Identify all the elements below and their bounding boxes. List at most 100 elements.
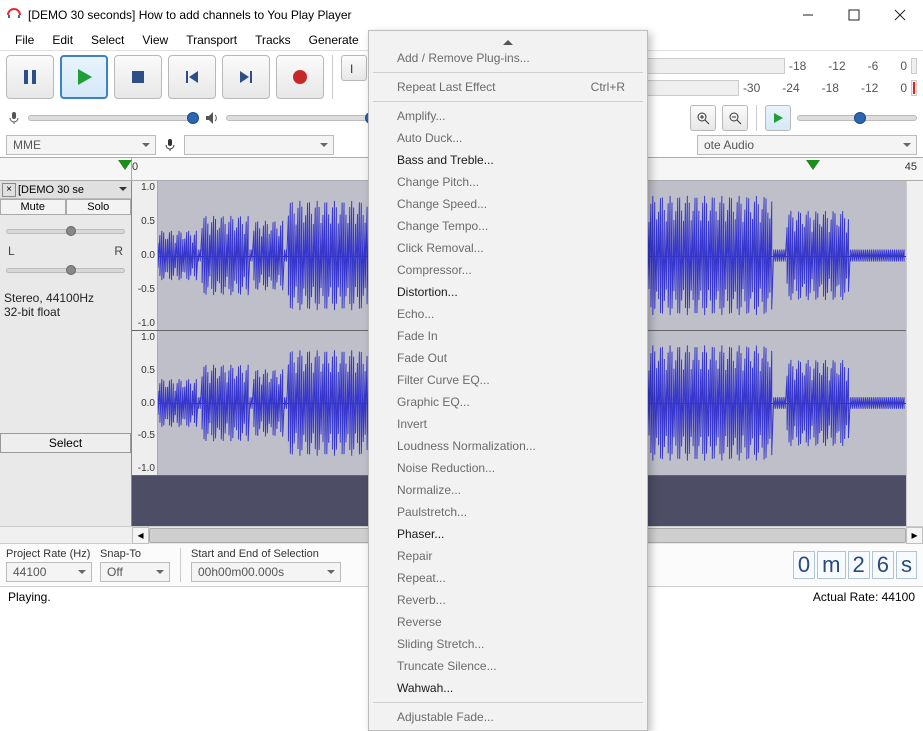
record-level-slider[interactable]: [28, 115, 198, 121]
clip-indicator: [911, 80, 917, 96]
menu-item-change-speed[interactable]: Change Speed...: [369, 193, 647, 215]
menu-item-repair[interactable]: Repair: [369, 545, 647, 567]
track-menu-icon[interactable]: [119, 187, 127, 195]
menu-item-click-removal[interactable]: Click Removal...: [369, 237, 647, 259]
playback-device-combo[interactable]: ote Audio: [697, 135, 917, 155]
gain-slider[interactable]: [6, 229, 125, 234]
menu-item-invert[interactable]: Invert: [369, 413, 647, 435]
record-button[interactable]: [276, 55, 324, 99]
divider: [756, 105, 757, 131]
playback-device-value: ote Audio: [704, 138, 754, 152]
menu-item-compressor[interactable]: Compressor...: [369, 259, 647, 281]
menu-item-add-remove-plugins[interactable]: Add / Remove Plug-ins...: [369, 47, 647, 69]
actual-rate-text: Actual Rate: 44100: [813, 590, 915, 604]
speaker-icon: [204, 110, 220, 126]
select-track-button[interactable]: Select: [0, 433, 131, 453]
ruler-tick: 45: [905, 161, 917, 173]
menu-transport[interactable]: Transport: [177, 31, 246, 49]
audio-position-display[interactable]: 0m26s: [793, 551, 917, 579]
playhead-icon[interactable]: [806, 160, 820, 177]
track-format-info: Stereo, 44100Hz 32-bit float: [0, 287, 131, 323]
menu-item-repeat-last[interactable]: Repeat Last EffectCtrl+R: [369, 76, 647, 98]
audio-host-combo[interactable]: MME: [6, 135, 156, 155]
scroll-right-button[interactable]: ▸: [906, 527, 923, 544]
menu-item-change-tempo[interactable]: Change Tempo...: [369, 215, 647, 237]
pan-left-label: L: [8, 244, 15, 258]
project-rate-label: Project Rate (Hz): [6, 548, 92, 560]
ruler-tick: 0: [132, 161, 138, 173]
meter-ticks: -30-24-18-120: [743, 81, 907, 95]
window-title: [DEMO 30 seconds] How to add channels to…: [28, 8, 785, 22]
play-at-speed-icon[interactable]: [765, 105, 791, 131]
audio-host-value: MME: [13, 138, 41, 152]
menu-item-fade-in[interactable]: Fade In: [369, 325, 647, 347]
divider: [180, 548, 181, 582]
mic-icon: [162, 137, 178, 153]
track-name[interactable]: [DEMO 30 se: [18, 184, 115, 196]
mute-button[interactable]: Mute: [0, 199, 66, 215]
menu-file[interactable]: File: [6, 31, 43, 49]
track-control-panel: × [DEMO 30 se Mute Solo LR Stereo, 44100…: [0, 181, 132, 526]
menu-view[interactable]: View: [133, 31, 177, 49]
menu-item-reverse[interactable]: Reverse: [369, 611, 647, 633]
menu-item-phaser[interactable]: Phaser...: [369, 523, 647, 545]
menu-item-wahwah[interactable]: Wahwah...: [369, 677, 647, 699]
record-device-combo[interactable]: [184, 135, 334, 155]
menu-select[interactable]: Select: [82, 31, 133, 49]
selection-start-field[interactable]: 00h00m00.000s: [191, 562, 341, 582]
menu-item-repeat[interactable]: Repeat...: [369, 567, 647, 589]
menu-item-filter-curve-eq[interactable]: Filter Curve EQ...: [369, 369, 647, 391]
menu-item-loudness-normalization[interactable]: Loudness Normalization...: [369, 435, 647, 457]
selection-range-label: Start and End of Selection: [191, 548, 341, 560]
zoom-out-icon[interactable]: [722, 105, 748, 131]
menu-item-truncate-silence[interactable]: Truncate Silence...: [369, 655, 647, 677]
play-button[interactable]: [60, 55, 108, 99]
zoom-in-icon[interactable]: [690, 105, 716, 131]
project-rate-combo[interactable]: 44100: [6, 562, 92, 582]
amplitude-ruler: 1.00.50.0-0.5-1.0: [132, 331, 158, 475]
menu-item-reverb[interactable]: Reverb...: [369, 589, 647, 611]
skip-start-button[interactable]: [168, 55, 216, 99]
minimize-button[interactable]: [785, 0, 831, 30]
menu-item-adjustable-fade[interactable]: Adjustable Fade...: [369, 706, 647, 728]
close-button[interactable]: [877, 0, 923, 30]
menu-item-amplify[interactable]: Amplify...: [369, 105, 647, 127]
playback-level-slider[interactable]: [226, 115, 376, 121]
snap-to-label: Snap-To: [100, 548, 170, 560]
vertical-scrollbar[interactable]: [906, 181, 923, 526]
solo-button[interactable]: Solo: [66, 199, 132, 215]
maximize-button[interactable]: [831, 0, 877, 30]
menu-item-paulstretch[interactable]: Paulstretch...: [369, 501, 647, 523]
transport-toolbar: [6, 55, 324, 99]
meter-ticks: -18-12-60: [789, 59, 907, 73]
menu-edit[interactable]: Edit: [43, 31, 82, 49]
app-logo-icon: [6, 7, 22, 23]
pan-slider[interactable]: [6, 268, 125, 273]
menu-item-distortion[interactable]: Distortion...: [369, 281, 647, 303]
menu-tracks[interactable]: Tracks: [246, 31, 300, 49]
menu-separator: [373, 101, 643, 102]
scroll-left-button[interactable]: ◂: [132, 527, 149, 544]
selection-tool-icon[interactable]: I: [341, 55, 367, 81]
menu-item-fade-out[interactable]: Fade Out: [369, 347, 647, 369]
menu-item-change-pitch[interactable]: Change Pitch...: [369, 171, 647, 193]
menu-item-normalize[interactable]: Normalize...: [369, 479, 647, 501]
pause-button[interactable]: [6, 55, 54, 99]
menu-item-sliding-stretch[interactable]: Sliding Stretch...: [369, 633, 647, 655]
menu-scroll-up[interactable]: [369, 33, 647, 47]
menu-item-echo[interactable]: Echo...: [369, 303, 647, 325]
menu-item-noise-reduction[interactable]: Noise Reduction...: [369, 457, 647, 479]
menu-item-graphic-eq[interactable]: Graphic EQ...: [369, 391, 647, 413]
mic-icon: [6, 110, 22, 126]
menu-item-bass-and-treble[interactable]: Bass and Treble...: [369, 149, 647, 171]
playhead-icon[interactable]: [118, 160, 132, 177]
titlebar: [DEMO 30 seconds] How to add channels to…: [0, 0, 923, 30]
amplitude-ruler: 1.00.50.0-0.5-1.0: [132, 181, 158, 330]
menu-item-auto-duck[interactable]: Auto Duck...: [369, 127, 647, 149]
stop-button[interactable]: [114, 55, 162, 99]
play-speed-slider[interactable]: [797, 115, 917, 121]
snap-to-combo[interactable]: Off: [100, 562, 170, 582]
menu-generate[interactable]: Generate: [300, 31, 368, 49]
close-track-button[interactable]: ×: [2, 183, 16, 197]
skip-end-button[interactable]: [222, 55, 270, 99]
